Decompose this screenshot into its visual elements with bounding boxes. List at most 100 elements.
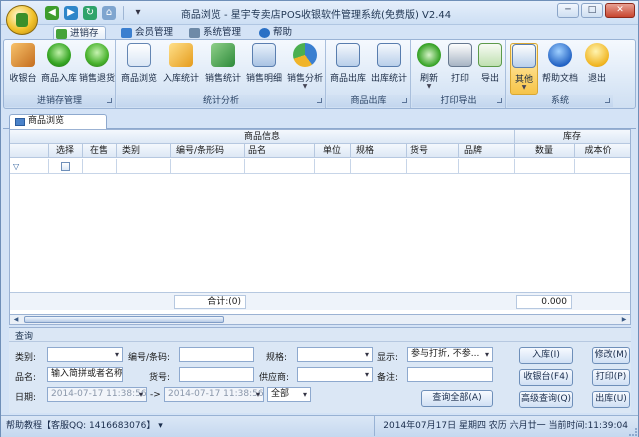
sales-detail-button[interactable]: 销售明细 <box>244 43 284 95</box>
stock-out-query-button[interactable]: 出库(U) <box>592 391 630 408</box>
forward-icon[interactable]: ▶ <box>64 6 78 20</box>
customize-toolbar-icon[interactable]: ▾ <box>131 6 145 20</box>
select-all-checkbox[interactable] <box>61 162 70 171</box>
horizontal-scrollbar[interactable]: ◀ ▶ <box>9 314 631 325</box>
export-button[interactable]: 导出 <box>475 43 505 95</box>
date-label: 日期: <box>15 393 37 403</box>
category-select[interactable] <box>47 347 123 362</box>
print-button[interactable]: 打印 <box>445 43 475 95</box>
stock-in-stats-button[interactable]: 入库统计 <box>161 43 201 95</box>
maximize-button[interactable]: □ <box>581 3 603 18</box>
dropdown-arrow-icon: ▼ <box>521 84 527 91</box>
dropdown-arrow-icon: ▼ <box>426 83 432 90</box>
product-grid[interactable]: 商品信息 库存 选择 在售 类别 编号/条形码 品名 单位 规格 货号 品牌 数… <box>9 129 631 316</box>
other-button[interactable]: 其他 ▼ <box>510 43 538 95</box>
tab-member[interactable]: 会员管理 <box>119 26 173 40</box>
dialog-launcher-icon[interactable] <box>402 98 407 103</box>
remark-input[interactable] <box>407 367 493 382</box>
resize-grip-icon[interactable] <box>629 428 637 436</box>
help-doc-button[interactable]: 帮助文档 <box>540 43 580 95</box>
display-select[interactable]: 参与打折, 不参... <box>407 347 493 362</box>
refresh-icon <box>417 43 441 67</box>
col-category[interactable]: 类别 <box>116 144 170 158</box>
button-label: 商品出库 <box>329 74 366 84</box>
sales-stats-icon <box>211 43 235 67</box>
cash-register-button[interactable]: 收银台 <box>6 43 40 95</box>
dialog-launcher-icon[interactable] <box>107 98 112 103</box>
group-label: 进销存管理 <box>4 95 115 107</box>
button-label: 打印 <box>450 74 469 84</box>
advanced-query-button[interactable]: 高级查询(Q) <box>519 391 573 408</box>
group-statistics: 商品浏览 入库统计 销售统计 销售明细 销售分析 ▼ 统计分析 <box>117 40 326 108</box>
query-all-button[interactable]: 查询全部(A) <box>421 390 493 407</box>
sales-return-button[interactable]: 销售退货 <box>79 43 115 95</box>
print-query-button[interactable]: 打印(P) <box>592 369 630 386</box>
back-icon[interactable]: ◀ <box>45 6 59 20</box>
sales-analysis-button[interactable]: 销售分析 ▼ <box>285 43 325 95</box>
home-icon[interactable]: ⌂ <box>102 6 116 20</box>
sales-stats-button[interactable]: 销售统计 <box>203 43 243 95</box>
col-select[interactable]: 选择 <box>48 144 82 158</box>
group-system: 其他 ▼ 帮助文档 退出 系统 <box>507 40 613 108</box>
tab-system[interactable]: 系统管理 <box>187 26 241 40</box>
code-label: 编号/条码: <box>128 353 171 363</box>
grid-filter-row[interactable]: ▽ <box>10 159 630 174</box>
filter-icon[interactable]: ▽ <box>13 162 19 171</box>
sum-count: 合计:(0) <box>174 295 246 309</box>
cash-register-icon <box>11 43 35 67</box>
col-spec[interactable]: 规格 <box>350 144 406 158</box>
col-item-no[interactable]: 货号 <box>406 144 458 158</box>
col-cost[interactable]: 成本价 <box>574 144 622 158</box>
app-logo-icon[interactable] <box>6 5 38 35</box>
stock-out-stats-button[interactable]: 出库统计 <box>370 43 408 95</box>
other-icon <box>512 44 536 68</box>
group-header-info: 商品信息 <box>243 132 280 142</box>
supplier-select[interactable] <box>297 367 373 382</box>
col-quantity[interactable]: 数量 <box>514 144 574 158</box>
exit-button[interactable]: 退出 <box>583 43 611 95</box>
group-label: 商品出库 <box>327 95 410 107</box>
dialog-launcher-icon[interactable] <box>317 98 322 103</box>
date-range-select[interactable]: 全部 <box>267 387 311 402</box>
column-divider <box>350 159 351 174</box>
tab-help[interactable]: 帮助 <box>257 26 292 40</box>
scroll-right-icon[interactable]: ▶ <box>619 315 629 324</box>
remark-label: 备注: <box>377 373 399 383</box>
close-button[interactable]: ✕ <box>605 3 635 18</box>
spec-select[interactable] <box>297 347 373 362</box>
col-code[interactable]: 编号/条形码 <box>170 144 244 158</box>
stock-in-query-button[interactable]: 入库(I) <box>519 347 573 364</box>
code-input[interactable] <box>179 347 254 362</box>
tab-jinxiaocun[interactable]: 进销存 <box>53 26 106 40</box>
dialog-launcher-icon[interactable] <box>605 98 610 103</box>
col-name[interactable]: 品名 <box>244 144 314 158</box>
col-unit[interactable]: 单位 <box>314 144 350 158</box>
stock-in-button[interactable]: 商品入库 <box>40 43 78 95</box>
refresh-icon[interactable]: ↻ <box>83 6 97 20</box>
help-tutorial-link[interactable]: 帮助教程【客服QQ: 1416683076】 ▾ <box>6 416 163 436</box>
date-to-picker[interactable]: 2014-07-17 11:38:56 <box>164 387 264 402</box>
grid-group-header: 商品信息 库存 <box>10 130 630 144</box>
name-input[interactable]: 输入简拼或者名称 <box>47 367 123 382</box>
chevron-down-icon[interactable]: ▾ <box>158 421 163 431</box>
scroll-left-icon[interactable]: ◀ <box>11 315 21 324</box>
document-tab[interactable]: 商品浏览 <box>9 114 107 129</box>
browse-button[interactable]: 商品浏览 <box>119 43 159 95</box>
item-no-input[interactable] <box>179 367 254 382</box>
minimize-button[interactable]: ─ <box>557 3 579 18</box>
scroll-thumb[interactable] <box>24 316 224 323</box>
item-no-label: 货号: <box>149 373 171 383</box>
cashier-query-button[interactable]: 收银台(F4) <box>519 369 573 386</box>
stock-out-button[interactable]: 商品出库 <box>329 43 367 95</box>
grid-summary-row: 合计:(0) 0.000 <box>10 292 630 310</box>
col-brand[interactable]: 品牌 <box>458 144 514 158</box>
button-label: 导出 <box>480 74 499 84</box>
col-on-sale[interactable]: 在售 <box>82 144 116 158</box>
group-label: 打印导出 <box>412 95 505 107</box>
date-from-picker[interactable]: 2014-07-17 11:38:56 <box>47 387 147 402</box>
dialog-launcher-icon[interactable] <box>497 98 502 103</box>
supplier-label: 供应商: <box>259 373 290 383</box>
modify-button[interactable]: 修改(M) <box>592 347 630 364</box>
refresh-button[interactable]: 刷新 ▼ <box>414 43 444 95</box>
stats-icon <box>169 43 193 67</box>
